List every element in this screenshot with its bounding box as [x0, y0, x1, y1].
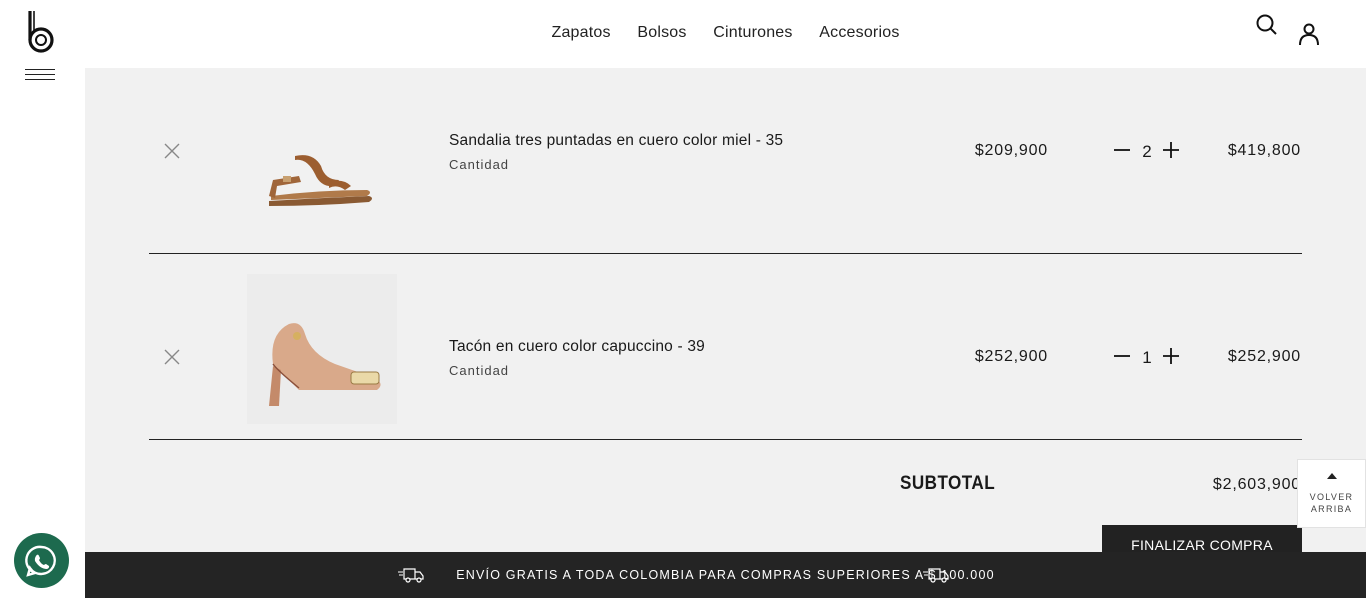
whatsapp-button[interactable] [14, 533, 69, 588]
search-icon[interactable] [1255, 13, 1279, 37]
decrease-quantity-icon[interactable] [1113, 141, 1131, 159]
product-image-sandal[interactable] [239, 78, 399, 228]
quantity-value[interactable]: 2 [1139, 142, 1155, 162]
decrease-quantity-icon[interactable] [1113, 347, 1131, 365]
product-name[interactable]: Tacón en cuero color capuccino - 39 [449, 338, 705, 356]
remove-item-icon[interactable] [163, 348, 181, 366]
subtotal-label: SUBTOTAL [900, 473, 996, 494]
nav-item-cinturones[interactable]: Cinturones [713, 24, 792, 41]
line-total: $419,800 [1227, 142, 1301, 159]
left-rail [0, 0, 85, 598]
nav-item-zapatos[interactable]: Zapatos [551, 24, 610, 41]
truck-icon [923, 568, 949, 583]
product-image-heel[interactable] [239, 274, 399, 424]
back-to-top-button[interactable]: VOLVER ARRIBA [1297, 459, 1366, 528]
line-total: $252,900 [1227, 348, 1301, 365]
product-name[interactable]: Sandalia tres puntadas en cuero color mi… [449, 132, 783, 150]
increase-quantity-icon[interactable] [1162, 347, 1180, 365]
subtotal-value: $2,603,900 [1212, 476, 1301, 493]
main-nav: Zapatos Bolsos Cinturones Accesorios [85, 24, 1366, 42]
shipping-banner: ENVÍO GRATIS A TODA COLOMBIA PARA COMPRA… [85, 552, 1366, 598]
quantity-label: Cantidad [449, 157, 510, 172]
nav-item-accesorios[interactable]: Accesorios [819, 24, 899, 41]
nav-item-bolsos[interactable]: Bolsos [637, 24, 686, 41]
quantity-value[interactable]: 1 [1139, 348, 1155, 368]
shipping-banner-text: ENVÍO GRATIS A TODA COLOMBIA PARA COMPRA… [456, 568, 995, 582]
brand-logo[interactable] [25, 10, 57, 54]
user-icon[interactable] [1297, 21, 1321, 47]
increase-quantity-icon[interactable] [1162, 141, 1180, 159]
row-divider [149, 439, 1302, 440]
back-to-top-label: VOLVER ARRIBA [1309, 492, 1354, 514]
menu-icon[interactable] [25, 69, 55, 85]
whatsapp-icon [25, 545, 56, 577]
quantity-label: Cantidad [449, 363, 510, 378]
cart-row: Sandalia tres puntadas en cuero color mi… [149, 68, 1302, 254]
arrow-up-icon [1327, 473, 1337, 479]
unit-price: $252,900 [974, 348, 1048, 365]
header: Zapatos Bolsos Cinturones Accesorios [85, 0, 1366, 68]
cart-row: Tacón en cuero color capuccino - 39 Cant… [149, 254, 1302, 440]
remove-item-icon[interactable] [163, 142, 181, 160]
unit-price: $209,900 [974, 142, 1048, 159]
cart-content: Sandalia tres puntadas en cuero color mi… [85, 68, 1366, 564]
